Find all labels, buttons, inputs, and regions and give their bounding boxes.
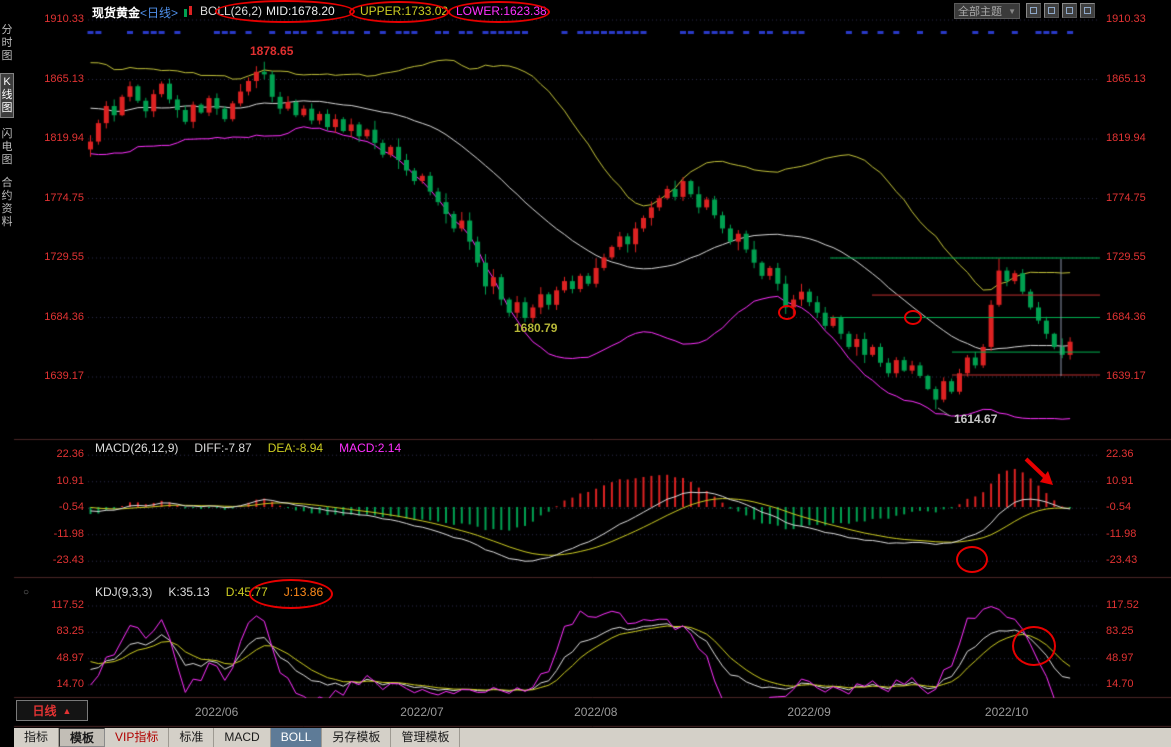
window-layout-button-4[interactable] bbox=[1080, 3, 1095, 18]
tab-zhibiao[interactable]: 指标 bbox=[14, 728, 59, 747]
y-axis-label: -0.54 bbox=[59, 501, 84, 513]
tab-moban[interactable]: 模板 bbox=[59, 728, 105, 747]
y-axis-label: -23.43 bbox=[53, 554, 84, 566]
kline-icon bbox=[184, 6, 194, 19]
tab-macd[interactable]: MACD bbox=[214, 728, 270, 747]
macd-macd-value: MACD:2.14 bbox=[339, 441, 401, 455]
y-axis-label: 1819.94 bbox=[1106, 132, 1146, 144]
y-axis-label: 1910.33 bbox=[1106, 13, 1146, 25]
y-axis-label: 1774.75 bbox=[1106, 192, 1146, 204]
x-axis-label: 2022/10 bbox=[985, 705, 1045, 719]
macd-header: MACD(26,12,9) DIFF:-7.87 DEA:-8.94 MACD:… bbox=[95, 441, 401, 455]
bottom-left-corner bbox=[0, 728, 14, 747]
y-axis-label: 1639.17 bbox=[1106, 370, 1146, 382]
x-axis-label: 2022/07 bbox=[400, 705, 460, 719]
period-tag[interactable]: <日线> bbox=[140, 4, 178, 21]
y-axis-label: 83.25 bbox=[56, 625, 84, 637]
boll-indicator-label: BOLL(26,2) bbox=[200, 4, 262, 18]
y-axis-label: 14.70 bbox=[1106, 678, 1134, 690]
chart-canvas[interactable] bbox=[0, 0, 1171, 747]
price-annotation: 1614.67 bbox=[954, 412, 997, 426]
kdj-k-value: K:35.13 bbox=[168, 585, 209, 599]
y-axis-label: 1684.36 bbox=[44, 311, 84, 323]
window-layout-button-3[interactable] bbox=[1062, 3, 1077, 18]
x-axis-label: 2022/08 bbox=[574, 705, 634, 719]
y-axis-label: 1729.55 bbox=[44, 251, 84, 263]
x-axis-label: 2022/06 bbox=[195, 705, 255, 719]
trading-app-window: 现货黄金 <日线> BOLL(26,2) MID:1678.20 UPPER:1… bbox=[0, 0, 1171, 747]
y-axis-label: 117.52 bbox=[1106, 599, 1139, 611]
theme-dropdown[interactable]: 全部主题 ▼ bbox=[954, 3, 1020, 19]
y-axis-label: 1774.75 bbox=[44, 192, 84, 204]
kdj-settings-icon[interactable]: ○ bbox=[23, 587, 29, 598]
y-axis-label: 1639.17 bbox=[44, 370, 84, 382]
bottom-tabbar: 指标 模板 VIP指标 标准 MACD BOLL 另存模板 管理模板 bbox=[14, 728, 1171, 747]
macd-title: MACD(26,12,9) bbox=[95, 441, 178, 455]
y-axis-label: 14.70 bbox=[56, 678, 84, 690]
sidebar-item-heyueziliao[interactable]: 合约资料 bbox=[0, 177, 14, 229]
y-axis-label: 83.25 bbox=[1106, 625, 1134, 637]
triangle-up-icon: ▲ bbox=[63, 706, 72, 716]
price-annotation: 1878.65 bbox=[250, 44, 293, 58]
y-axis-label: 10.91 bbox=[56, 475, 84, 487]
y-axis-label: 1865.13 bbox=[1106, 73, 1146, 85]
y-axis-label: 48.97 bbox=[56, 652, 84, 664]
left-sidebar: 分时图 K线图 闪电图 合约资料 bbox=[0, 24, 14, 229]
y-axis-label: 117.52 bbox=[51, 599, 84, 611]
y-axis-label: 1910.33 bbox=[44, 13, 84, 25]
kdj-title: KDJ(9,3,3) bbox=[95, 585, 152, 599]
y-axis-label: -11.98 bbox=[1106, 528, 1136, 540]
tab-boll[interactable]: BOLL bbox=[271, 728, 323, 747]
symbol-name: 现货黄金 bbox=[92, 4, 140, 21]
sidebar-item-kxiantu[interactable]: K线图 bbox=[0, 73, 14, 118]
tab-guanli-moban[interactable]: 管理模板 bbox=[391, 728, 460, 747]
kdj-header: KDJ(9,3,3) K:35.13 D:45.77 J:13.86 bbox=[95, 585, 323, 599]
y-axis-label: 1684.36 bbox=[1106, 311, 1146, 323]
macd-diff-value: DIFF:-7.87 bbox=[194, 441, 251, 455]
sidebar-item-shandiantu[interactable]: 闪电图 bbox=[0, 128, 14, 167]
tab-biaozhun[interactable]: 标准 bbox=[169, 728, 214, 747]
tab-vip-zhibiao[interactable]: VIP指标 bbox=[105, 728, 169, 747]
y-axis-label: -23.43 bbox=[1106, 554, 1137, 566]
price-annotation: 1680.79 bbox=[514, 321, 557, 335]
y-axis-label: -0.54 bbox=[1106, 501, 1131, 513]
y-axis-label: 22.36 bbox=[56, 448, 84, 460]
y-axis-label: 22.36 bbox=[1106, 448, 1134, 460]
period-selector-label: 日线 bbox=[33, 702, 57, 719]
period-selector-button[interactable]: 日线 ▲ bbox=[16, 700, 88, 721]
boll-mid-value: MID:1678.20 bbox=[266, 4, 335, 18]
theme-dropdown-label: 全部主题 bbox=[958, 3, 1002, 19]
y-axis-label: 10.91 bbox=[1106, 475, 1134, 487]
sidebar-item-fenshitu[interactable]: 分时图 bbox=[0, 24, 14, 63]
y-axis-label: 1819.94 bbox=[44, 132, 84, 144]
window-layout-button-2[interactable] bbox=[1044, 3, 1059, 18]
kdj-d-value: D:45.77 bbox=[226, 585, 268, 599]
tab-lingcun-moban[interactable]: 另存模板 bbox=[322, 728, 391, 747]
boll-upper-value: UPPER:1733.02 bbox=[360, 4, 448, 18]
y-axis-label: -11.98 bbox=[54, 528, 84, 540]
y-axis-label: 48.97 bbox=[1106, 652, 1134, 664]
kdj-j-value: J:13.86 bbox=[284, 585, 323, 599]
boll-lower-value: LOWER:1623.38 bbox=[456, 4, 547, 18]
y-axis-label: 1729.55 bbox=[1106, 251, 1146, 263]
window-layout-button-1[interactable] bbox=[1026, 3, 1041, 18]
chevron-down-icon: ▼ bbox=[1008, 7, 1016, 16]
macd-dea-value: DEA:-8.94 bbox=[268, 441, 323, 455]
x-axis-label: 2022/09 bbox=[787, 705, 847, 719]
y-axis-label: 1865.13 bbox=[44, 73, 84, 85]
